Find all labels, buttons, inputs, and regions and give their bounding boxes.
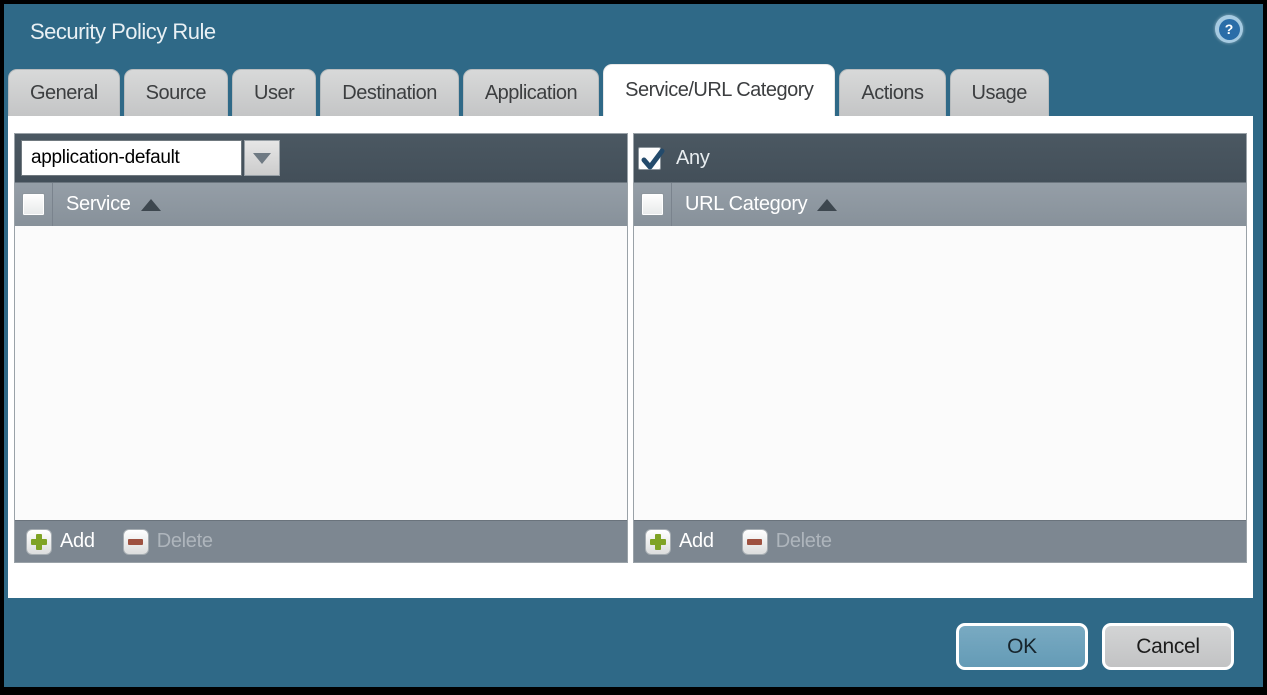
service-table-header: Service <box>15 182 627 226</box>
service-select-all-checkbox[interactable] <box>22 193 45 216</box>
add-plus-icon <box>26 529 52 555</box>
service-type-dropdown[interactable]: application-default <box>21 140 280 176</box>
checkmark-icon <box>640 147 666 173</box>
url-category-panel: Any URL Category Add <box>633 133 1247 563</box>
url-category-panel-header: Any <box>634 134 1246 182</box>
url-category-delete-button[interactable]: Delete <box>742 529 832 555</box>
url-category-column-label: URL Category <box>685 193 807 216</box>
url-category-table-header: URL Category <box>634 182 1246 226</box>
tab-user[interactable]: User <box>232 69 316 116</box>
sort-ascending-icon[interactable] <box>141 199 161 211</box>
url-category-table-body[interactable] <box>634 226 1246 520</box>
tab-actions[interactable]: Actions <box>839 69 945 116</box>
dialog-title: Security Policy Rule <box>30 19 216 45</box>
service-panel: application-default Service <box>14 133 628 563</box>
dialog-titlebar: Security Policy Rule ? <box>4 4 1263 64</box>
service-table-body[interactable] <box>15 226 627 520</box>
tab-source[interactable]: Source <box>124 69 228 116</box>
help-icon[interactable]: ? <box>1215 15 1243 43</box>
tab-usage[interactable]: Usage <box>950 69 1049 116</box>
service-type-dropdown-button[interactable] <box>244 140 280 176</box>
dialog-tabs: General Source User Destination Applicat… <box>8 64 1049 116</box>
tab-application[interactable]: Application <box>463 69 599 116</box>
service-add-button[interactable]: Add <box>26 529 95 555</box>
chevron-down-icon <box>253 153 271 164</box>
url-category-select-all-checkbox[interactable] <box>641 193 664 216</box>
url-category-select-all-cell <box>634 183 672 226</box>
screenshot-frame: Security Policy Rule ? General Source Us… <box>0 0 1267 695</box>
tab-content-service-url-category: application-default Service <box>8 116 1253 598</box>
cancel-button[interactable]: Cancel <box>1102 623 1234 670</box>
tab-general[interactable]: General <box>8 69 120 116</box>
url-category-add-button[interactable]: Add <box>645 529 714 555</box>
service-select-all-cell <box>15 183 53 226</box>
delete-minus-icon <box>742 529 768 555</box>
any-checkbox-label: Any <box>676 147 710 170</box>
service-type-dropdown-value[interactable]: application-default <box>21 140 242 176</box>
delete-minus-icon <box>123 529 149 555</box>
help-icon-glyph: ? <box>1219 19 1240 40</box>
service-panel-footer: Add Delete <box>15 520 627 562</box>
ok-button[interactable]: OK <box>956 623 1088 670</box>
url-category-panel-footer: Add Delete <box>634 520 1246 562</box>
service-panel-header: application-default <box>15 134 627 182</box>
tab-service-url-category[interactable]: Service/URL Category <box>603 64 835 116</box>
any-checkbox[interactable] <box>638 147 661 170</box>
security-policy-rule-dialog: Security Policy Rule ? General Source Us… <box>4 4 1263 687</box>
service-column-label: Service <box>66 193 131 216</box>
add-plus-icon <box>645 529 671 555</box>
service-delete-button[interactable]: Delete <box>123 529 213 555</box>
tab-destination[interactable]: Destination <box>320 69 459 116</box>
sort-ascending-icon[interactable] <box>817 199 837 211</box>
